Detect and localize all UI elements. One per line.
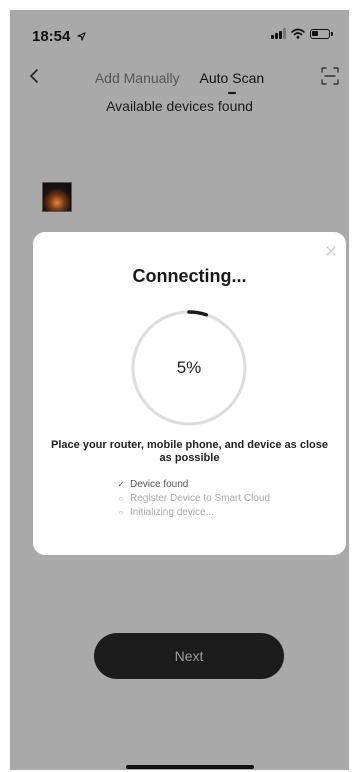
step-label: Initializing device...: [130, 507, 214, 518]
battery-icon: [310, 28, 330, 39]
step-label: Register Device to Smart Cloud: [130, 493, 271, 504]
scan-icon[interactable]: [321, 67, 339, 85]
signal-icon: [271, 28, 286, 39]
tab-auto-scan[interactable]: Auto Scan: [199, 70, 265, 94]
checkmark-icon: ✓: [117, 480, 125, 489]
status-time-text: 18:54: [32, 28, 71, 45]
next-button[interactable]: Next: [94, 633, 284, 679]
device-thumbnail[interactable]: [42, 182, 72, 212]
connecting-dialog: Connecting... 5% Place your router, mobi…: [33, 232, 346, 555]
step-device-found: ✓ Device found: [117, 478, 270, 492]
dialog-title: Connecting...: [132, 266, 247, 286]
pending-circle-icon: ○: [118, 508, 124, 517]
wifi-icon: [291, 28, 305, 39]
step-label: Device found: [130, 479, 189, 490]
tab-auto-scan-label: Auto Scan: [199, 70, 265, 86]
available-devices-heading: Available devices found: [106, 98, 253, 114]
status-time: 18:54: [32, 28, 86, 45]
tab-add-manually[interactable]: Add Manually: [95, 70, 180, 86]
step-initializing: ○ Initializing device...: [117, 506, 270, 520]
battery-tip: [331, 31, 333, 36]
tab-active-indicator: [227, 92, 236, 94]
pending-circle-icon: ○: [118, 494, 124, 503]
close-icon[interactable]: [326, 246, 336, 256]
placement-instruction: Place your router, mobile phone, and dev…: [51, 439, 328, 464]
scan-mode-tabs: Add Manually Auto Scan: [10, 70, 349, 94]
connection-steps: ✓ Device found ○ Register Device to Smar…: [117, 478, 270, 520]
step-register-cloud: ○ Register Device to Smart Cloud: [117, 492, 270, 506]
screen: 18:54 Add Manually Auto Scan Available d…: [10, 10, 349, 770]
home-indicator: [126, 765, 254, 769]
progress-percent: 5%: [176, 358, 202, 377]
location-arrow-icon: [76, 32, 86, 41]
status-icons: [271, 28, 333, 39]
